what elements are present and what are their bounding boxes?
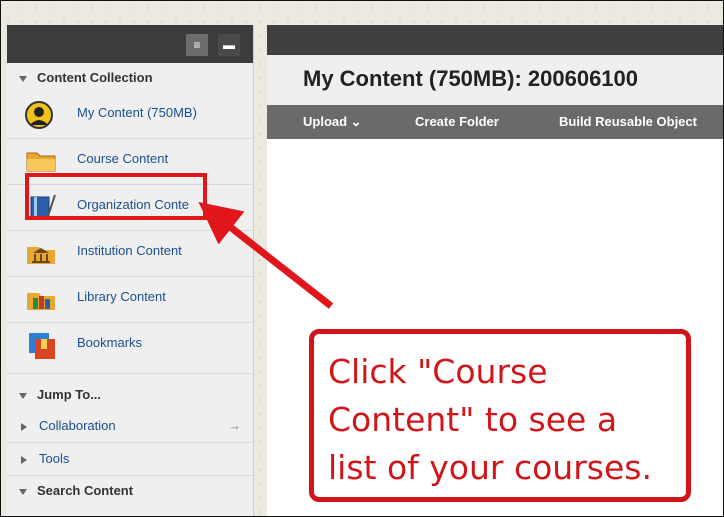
callout-text: Click "Course Content" to see a list of … xyxy=(328,352,652,487)
instruction-callout: Click "Course Content" to see a list of … xyxy=(309,329,691,502)
screenshot-frame: ≡ ▬ Content Collection My Content (750MB… xyxy=(0,0,724,517)
